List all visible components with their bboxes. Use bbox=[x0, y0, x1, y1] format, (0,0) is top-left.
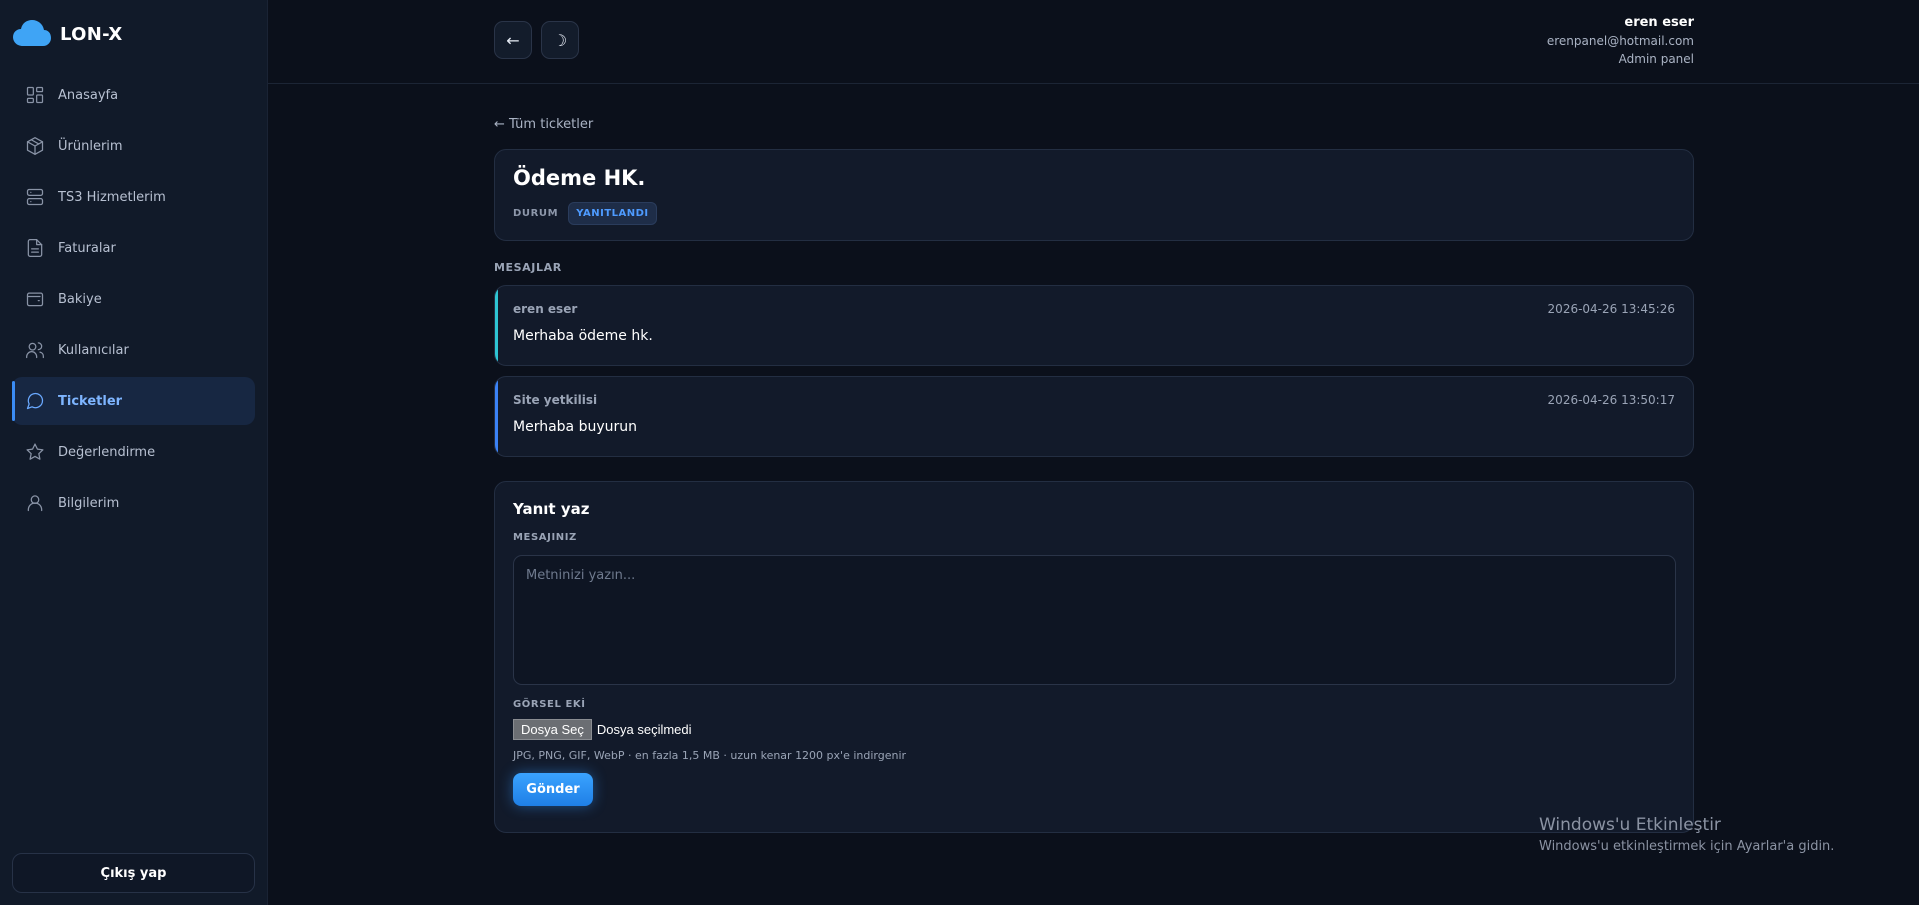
message-field-label: MESAJINIZ bbox=[513, 532, 577, 543]
sidebar-item-label: Ticketler bbox=[58, 393, 123, 409]
message-textarea[interactable] bbox=[513, 555, 1676, 685]
logout-button[interactable]: Çıkış yap bbox=[12, 853, 255, 893]
sidebar-item-ts3-hizmetlerim[interactable]: TS3 Hizmetlerim bbox=[12, 173, 255, 221]
status-badge: YANITLANDI bbox=[568, 202, 657, 225]
sidebar-item-bilgilerim[interactable]: Bilgilerim bbox=[12, 479, 255, 527]
main-area: ← ☽ eren eser erenpanel@hotmail.com Admi… bbox=[268, 0, 1919, 905]
message-header: Site yetkilisi 2026-04-26 13:50:17 bbox=[513, 393, 1675, 407]
ticket-header-card: Ödeme HK. DURUM YANITLANDI bbox=[494, 149, 1694, 241]
sidebar-item-anasayfa[interactable]: Anasayfa bbox=[12, 71, 255, 119]
status-row: DURUM YANITLANDI bbox=[513, 202, 1675, 225]
message-author: eren eser bbox=[513, 302, 578, 316]
sidebar-item-label: Ürünlerim bbox=[58, 138, 123, 154]
sidebar-item-label: Anasayfa bbox=[58, 87, 119, 103]
message-item: Site yetkilisi 2026-04-26 13:50:17 Merha… bbox=[494, 376, 1694, 457]
sidebar-item-label: Bilgilerim bbox=[58, 495, 120, 511]
message-timestamp: 2026-04-26 13:45:26 bbox=[1547, 302, 1675, 316]
message-body: Merhaba ödeme hk. bbox=[513, 328, 653, 344]
file-hint: JPG, PNG, GIF, WebP · en fazla 1,5 MB · … bbox=[513, 749, 907, 762]
file-input: Dosya Seç Dosya seçilmedi bbox=[513, 719, 1675, 740]
users-icon bbox=[24, 339, 46, 361]
sidebar-item-bakiye[interactable]: Bakiye bbox=[12, 275, 255, 323]
sidebar-item-label: Bakiye bbox=[58, 291, 102, 307]
user-email: erenpanel@hotmail.com bbox=[1546, 34, 1694, 48]
sidebar-item-faturalar[interactable]: Faturalar bbox=[12, 224, 255, 272]
sidebar: LON-X Anasayfa Ürünlerim TS3 Hizmetlerim bbox=[0, 0, 268, 905]
status-label: DURUM bbox=[513, 208, 559, 219]
server-icon bbox=[24, 186, 46, 208]
sidebar-nav: Anasayfa Ürünlerim TS3 Hizmetlerim Fatur… bbox=[0, 71, 267, 527]
arrow-left-icon: ← bbox=[506, 30, 520, 50]
ticket-content: ← Tüm ticketler Ödeme HK. DURUM YANITLAN… bbox=[494, 113, 1694, 833]
document-icon bbox=[24, 237, 46, 259]
message-body: Merhaba buyurun bbox=[513, 419, 637, 435]
message-author: Site yetkilisi bbox=[513, 393, 598, 407]
ticket-title: Ödeme HK. bbox=[513, 166, 646, 190]
sidebar-item-label: Değerlendirme bbox=[58, 444, 156, 460]
moon-icon: ☽ bbox=[552, 30, 568, 50]
topbar: ← ☽ eren eser erenpanel@hotmail.com Admi… bbox=[268, 0, 1919, 84]
message-header: eren eser 2026-04-26 13:45:26 bbox=[513, 302, 1675, 316]
sidebar-item-degerlendirme[interactable]: Değerlendirme bbox=[12, 428, 255, 476]
theme-toggle-button[interactable]: ☽ bbox=[541, 21, 579, 59]
user-name: eren eser bbox=[1624, 15, 1694, 30]
brand-name: LON-X bbox=[60, 23, 123, 45]
watermark-subtitle: Windows'u etkinleştirmek için Ayarlar'a … bbox=[1539, 839, 1835, 854]
sidebar-item-kullanicilar[interactable]: Kullanıcılar bbox=[12, 326, 255, 374]
all-tickets-link[interactable]: ← Tüm ticketler bbox=[494, 117, 593, 137]
send-button[interactable]: Gönder bbox=[513, 773, 593, 806]
message-timestamp: 2026-04-26 13:50:17 bbox=[1547, 393, 1675, 407]
user-info: eren eser erenpanel@hotmail.com Admin pa… bbox=[1547, 14, 1694, 68]
watermark-title: Windows'u Etkinleştir bbox=[1539, 815, 1721, 835]
dashboard-icon bbox=[24, 84, 46, 106]
app-root: LON-X Anasayfa Ürünlerim TS3 Hizmetlerim bbox=[0, 0, 1919, 905]
sidebar-item-urunlerim[interactable]: Ürünlerim bbox=[12, 122, 255, 170]
file-status: Dosya seçilmedi bbox=[596, 722, 692, 737]
sidebar-item-ticketler[interactable]: Ticketler bbox=[12, 377, 255, 425]
reply-title: Yanıt yaz bbox=[513, 500, 590, 518]
back-button[interactable]: ← bbox=[494, 21, 532, 59]
attachment-label: GÖRSEL EKİ bbox=[513, 699, 586, 710]
message-item: eren eser 2026-04-26 13:45:26 Merhaba öd… bbox=[494, 285, 1694, 366]
sidebar-item-label: Kullanıcılar bbox=[58, 342, 129, 358]
brand[interactable]: LON-X bbox=[0, 0, 267, 68]
cloud-logo-icon bbox=[13, 20, 51, 46]
star-icon bbox=[24, 441, 46, 463]
messages-heading: MESAJLAR bbox=[494, 261, 562, 274]
windows-activation-watermark: Windows'u Etkinleştir Windows'u etkinleş… bbox=[1539, 815, 1834, 854]
reply-form: Yanıt yaz MESAJINIZ GÖRSEL EKİ Dosya Seç… bbox=[494, 481, 1694, 833]
box-icon bbox=[24, 135, 46, 157]
user-icon bbox=[24, 492, 46, 514]
chat-icon bbox=[24, 390, 46, 412]
sidebar-item-label: TS3 Hizmetlerim bbox=[58, 189, 166, 205]
user-role: Admin panel bbox=[1618, 52, 1694, 66]
wallet-icon bbox=[24, 288, 46, 310]
choose-file-button[interactable]: Dosya Seç bbox=[513, 719, 592, 740]
sidebar-item-label: Faturalar bbox=[58, 240, 116, 256]
